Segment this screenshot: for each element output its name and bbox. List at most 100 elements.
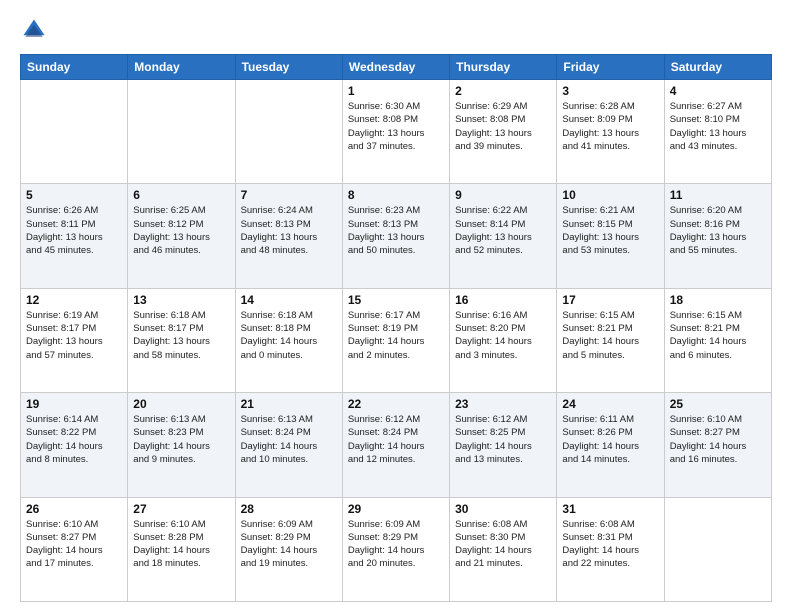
day-number: 24 [562, 397, 658, 411]
day-number: 1 [348, 84, 444, 98]
day-info: Sunrise: 6:15 AM Sunset: 8:21 PM Dayligh… [670, 309, 766, 362]
calendar-header-thursday: Thursday [450, 55, 557, 80]
day-info: Sunrise: 6:09 AM Sunset: 8:29 PM Dayligh… [241, 518, 337, 571]
page: SundayMondayTuesdayWednesdayThursdayFrid… [0, 0, 792, 612]
calendar-cell: 16 Sunrise: 6:16 AM Sunset: 8:20 PM Dayli… [450, 288, 557, 392]
day-info: Sunrise: 6:19 AM Sunset: 8:17 PM Dayligh… [26, 309, 122, 362]
calendar-cell: 26 Sunrise: 6:10 AM Sunset: 8:27 PM Dayli… [21, 497, 128, 601]
calendar-cell: 3 Sunrise: 6:28 AM Sunset: 8:09 PM Daylig… [557, 80, 664, 184]
calendar-cell: 4 Sunrise: 6:27 AM Sunset: 8:10 PM Daylig… [664, 80, 771, 184]
day-info: Sunrise: 6:08 AM Sunset: 8:30 PM Dayligh… [455, 518, 551, 571]
calendar-cell: 18Sunrise: 6:15 AM Sunset: 8:21 PM Dayli… [664, 288, 771, 392]
calendar-cell: 2 Sunrise: 6:29 AM Sunset: 8:08 PM Daylig… [450, 80, 557, 184]
day-info: Sunrise: 6:27 AM Sunset: 8:10 PM Dayligh… [670, 100, 766, 153]
day-number: 20 [133, 397, 229, 411]
logo-icon [20, 16, 48, 44]
day-info: Sunrise: 6:10 AM Sunset: 8:27 PM Dayligh… [26, 518, 122, 571]
day-number: 28 [241, 502, 337, 516]
calendar-cell [21, 80, 128, 184]
day-number: 11 [670, 188, 766, 202]
day-number: 27 [133, 502, 229, 516]
calendar-cell: 24 Sunrise: 6:11 AM Sunset: 8:26 PM Dayli… [557, 393, 664, 497]
calendar-cell: 29 Sunrise: 6:09 AM Sunset: 8:29 PM Dayli… [342, 497, 449, 601]
calendar-cell: 14 Sunrise: 6:18 AM Sunset: 8:18 PM Dayli… [235, 288, 342, 392]
day-number: 29 [348, 502, 444, 516]
calendar-cell [235, 80, 342, 184]
day-info: Sunrise: 6:30 AM Sunset: 8:08 PM Dayligh… [348, 100, 444, 153]
calendar-header-sunday: Sunday [21, 55, 128, 80]
day-info: Sunrise: 6:18 AM Sunset: 8:18 PM Dayligh… [241, 309, 337, 362]
calendar-cell [128, 80, 235, 184]
calendar-week-1: 1 Sunrise: 6:30 AM Sunset: 8:08 PM Daylig… [21, 80, 772, 184]
calendar-cell: 1 Sunrise: 6:30 AM Sunset: 8:08 PM Daylig… [342, 80, 449, 184]
calendar-week-5: 26 Sunrise: 6:10 AM Sunset: 8:27 PM Dayli… [21, 497, 772, 601]
calendar-header-friday: Friday [557, 55, 664, 80]
day-number: 26 [26, 502, 122, 516]
calendar-cell: 22 Sunrise: 6:12 AM Sunset: 8:24 PM Dayli… [342, 393, 449, 497]
day-number: 14 [241, 293, 337, 307]
day-info: Sunrise: 6:20 AM Sunset: 8:16 PM Dayligh… [670, 204, 766, 257]
day-number: 16 [455, 293, 551, 307]
header [20, 16, 772, 44]
calendar-header-row: SundayMondayTuesdayWednesdayThursdayFrid… [21, 55, 772, 80]
calendar-cell: 31 Sunrise: 6:08 AM Sunset: 8:31 PM Dayli… [557, 497, 664, 601]
calendar-week-3: 12Sunrise: 6:19 AM Sunset: 8:17 PM Dayli… [21, 288, 772, 392]
day-info: Sunrise: 6:14 AM Sunset: 8:22 PM Dayligh… [26, 413, 122, 466]
day-number: 5 [26, 188, 122, 202]
calendar-cell: 21 Sunrise: 6:13 AM Sunset: 8:24 PM Dayli… [235, 393, 342, 497]
day-info: Sunrise: 6:11 AM Sunset: 8:26 PM Dayligh… [562, 413, 658, 466]
day-number: 4 [670, 84, 766, 98]
day-info: Sunrise: 6:24 AM Sunset: 8:13 PM Dayligh… [241, 204, 337, 257]
day-info: Sunrise: 6:16 AM Sunset: 8:20 PM Dayligh… [455, 309, 551, 362]
calendar-cell: 12Sunrise: 6:19 AM Sunset: 8:17 PM Dayli… [21, 288, 128, 392]
day-info: Sunrise: 6:22 AM Sunset: 8:14 PM Dayligh… [455, 204, 551, 257]
calendar-cell: 30 Sunrise: 6:08 AM Sunset: 8:30 PM Dayli… [450, 497, 557, 601]
calendar-cell: 25Sunrise: 6:10 AM Sunset: 8:27 PM Dayli… [664, 393, 771, 497]
day-info: Sunrise: 6:08 AM Sunset: 8:31 PM Dayligh… [562, 518, 658, 571]
calendar-cell: 5 Sunrise: 6:26 AM Sunset: 8:11 PM Daylig… [21, 184, 128, 288]
day-number: 6 [133, 188, 229, 202]
day-info: Sunrise: 6:10 AM Sunset: 8:28 PM Dayligh… [133, 518, 229, 571]
day-info: Sunrise: 6:15 AM Sunset: 8:21 PM Dayligh… [562, 309, 658, 362]
day-number: 23 [455, 397, 551, 411]
day-info: Sunrise: 6:13 AM Sunset: 8:23 PM Dayligh… [133, 413, 229, 466]
calendar-table: SundayMondayTuesdayWednesdayThursdayFrid… [20, 54, 772, 602]
day-number: 17 [562, 293, 658, 307]
calendar-cell: 15 Sunrise: 6:17 AM Sunset: 8:19 PM Dayli… [342, 288, 449, 392]
day-info: Sunrise: 6:25 AM Sunset: 8:12 PM Dayligh… [133, 204, 229, 257]
day-info: Sunrise: 6:21 AM Sunset: 8:15 PM Dayligh… [562, 204, 658, 257]
calendar-cell: 10 Sunrise: 6:21 AM Sunset: 8:15 PM Dayli… [557, 184, 664, 288]
day-number: 9 [455, 188, 551, 202]
calendar-header-wednesday: Wednesday [342, 55, 449, 80]
day-number: 10 [562, 188, 658, 202]
calendar-cell: 8Sunrise: 6:23 AM Sunset: 8:13 PM Daylig… [342, 184, 449, 288]
day-number: 3 [562, 84, 658, 98]
calendar-cell: 27 Sunrise: 6:10 AM Sunset: 8:28 PM Dayli… [128, 497, 235, 601]
day-number: 7 [241, 188, 337, 202]
day-info: Sunrise: 6:13 AM Sunset: 8:24 PM Dayligh… [241, 413, 337, 466]
calendar-header-monday: Monday [128, 55, 235, 80]
day-info: Sunrise: 6:12 AM Sunset: 8:24 PM Dayligh… [348, 413, 444, 466]
day-info: Sunrise: 6:18 AM Sunset: 8:17 PM Dayligh… [133, 309, 229, 362]
day-info: Sunrise: 6:12 AM Sunset: 8:25 PM Dayligh… [455, 413, 551, 466]
day-number: 21 [241, 397, 337, 411]
calendar-cell: 9 Sunrise: 6:22 AM Sunset: 8:14 PM Daylig… [450, 184, 557, 288]
calendar-cell: 13 Sunrise: 6:18 AM Sunset: 8:17 PM Dayli… [128, 288, 235, 392]
day-info: Sunrise: 6:26 AM Sunset: 8:11 PM Dayligh… [26, 204, 122, 257]
day-info: Sunrise: 6:17 AM Sunset: 8:19 PM Dayligh… [348, 309, 444, 362]
day-number: 8 [348, 188, 444, 202]
day-info: Sunrise: 6:29 AM Sunset: 8:08 PM Dayligh… [455, 100, 551, 153]
day-info: Sunrise: 6:09 AM Sunset: 8:29 PM Dayligh… [348, 518, 444, 571]
calendar-cell: 28 Sunrise: 6:09 AM Sunset: 8:29 PM Dayli… [235, 497, 342, 601]
day-number: 15 [348, 293, 444, 307]
day-number: 22 [348, 397, 444, 411]
calendar-cell: 6 Sunrise: 6:25 AM Sunset: 8:12 PM Daylig… [128, 184, 235, 288]
day-number: 13 [133, 293, 229, 307]
day-info: Sunrise: 6:28 AM Sunset: 8:09 PM Dayligh… [562, 100, 658, 153]
day-number: 31 [562, 502, 658, 516]
day-number: 30 [455, 502, 551, 516]
day-number: 2 [455, 84, 551, 98]
day-number: 19 [26, 397, 122, 411]
calendar-cell: 20 Sunrise: 6:13 AM Sunset: 8:23 PM Dayli… [128, 393, 235, 497]
calendar-header-saturday: Saturday [664, 55, 771, 80]
